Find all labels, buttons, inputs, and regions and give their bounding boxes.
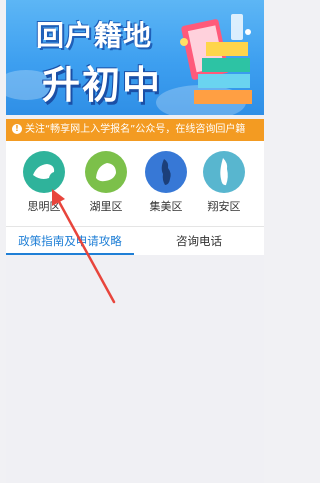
books-illustration-icon: [180, 14, 252, 104]
district-label: 翔安区: [207, 200, 241, 213]
district-siming[interactable]: 思明区: [20, 151, 68, 214]
district-label: 思明区: [27, 200, 61, 213]
notice-text: 关注“畅享网上入学报名”公众号，在线咨询回户籍: [25, 124, 246, 135]
huli-map-icon: [85, 151, 127, 193]
siming-map-icon: [23, 151, 65, 193]
banner-title-line1: 回户籍地: [36, 19, 153, 52]
district-xiangan[interactable]: 翔安区: [200, 151, 248, 214]
district-grid: 思明区 湖里区 集美区 翔安区: [6, 141, 264, 226]
banner-title-line2: 升初中: [42, 63, 163, 107]
tab-bar: 政策指南及申请攻略 咨询电话: [6, 226, 264, 255]
promo-banner[interactable]: 回户籍地 升初中: [6, 0, 264, 115]
district-huli[interactable]: 湖里区: [82, 151, 130, 214]
tab-hotline[interactable]: 咨询电话: [134, 227, 264, 255]
district-label: 集美区: [149, 200, 183, 213]
content-area: [6, 255, 264, 483]
district-jimei[interactable]: 集美区: [142, 151, 190, 214]
jimei-map-icon: [145, 151, 187, 193]
tab-policy-guide[interactable]: 政策指南及申请攻略: [6, 227, 134, 255]
info-icon: !: [12, 124, 22, 134]
xiangan-map-icon: [203, 151, 245, 193]
app-frame: 回户籍地 升初中 ! 关注“畅享网上入学报名”公众号，在线咨询回户籍 思明区 湖…: [6, 0, 264, 483]
district-label: 湖里区: [89, 200, 123, 213]
notice-bar[interactable]: ! 关注“畅享网上入学报名”公众号，在线咨询回户籍: [6, 119, 264, 141]
